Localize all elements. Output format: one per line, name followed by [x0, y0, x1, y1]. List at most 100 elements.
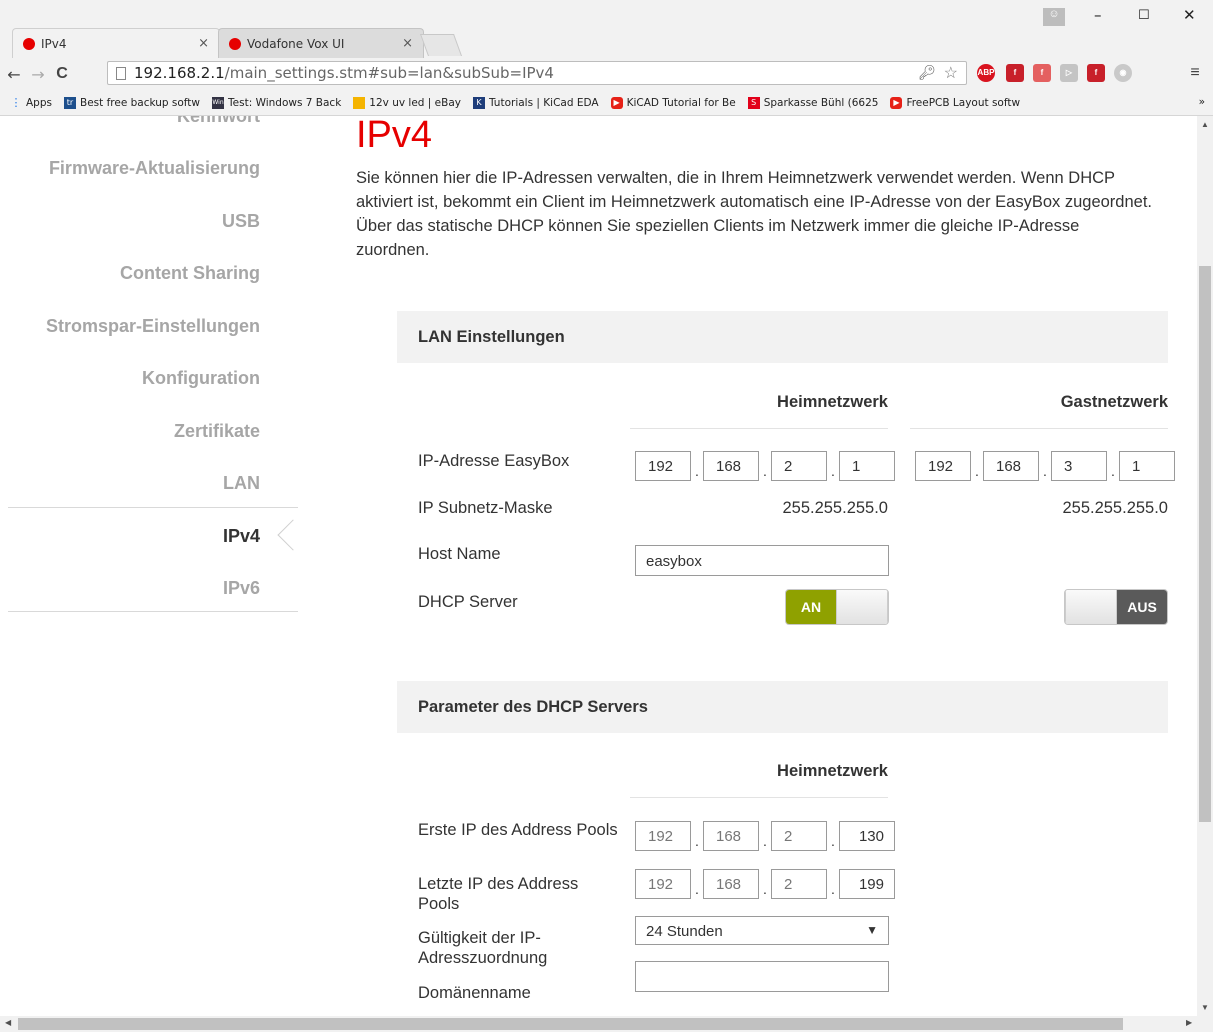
flash-alt-icon[interactable]: f [1033, 64, 1051, 82]
adblock-plus-icon[interactable]: ABP [977, 64, 995, 82]
col-divider [630, 797, 888, 798]
page-icon [116, 66, 126, 80]
page-content: Kennwort Firmware-Aktualisierung USB Con… [0, 116, 1197, 1016]
flash-player-icon[interactable]: f [1087, 64, 1105, 82]
ip-octet-field[interactable]: 2 [771, 451, 827, 481]
sidebar-item-zertifikate[interactable]: Zertifikate [174, 421, 260, 442]
browser-titlebar: IPv4 × Vodafone Vox UI × ☺ – ☐ ✕ [0, 0, 1213, 58]
sidebar-item-usb[interactable]: USB [222, 211, 260, 232]
media-play-icon[interactable]: ▷ [1060, 64, 1078, 82]
ip-octet-field[interactable]: 130 [839, 821, 895, 851]
lease-time-label: Gültigkeit der IP-Adresszuordnung [418, 929, 548, 967]
ip-octet-field[interactable]: 199 [839, 869, 895, 899]
eye-extension-icon[interactable]: ◉ [1114, 64, 1132, 82]
bookmarks-bar: ⋮ Apps tr Best free backup softw Win Test: … [0, 90, 1213, 116]
tab-vodafone-vox-ui[interactable]: Vodafone Vox UI × [218, 28, 424, 58]
profile-avatar-icon[interactable]: ☺ [1043, 8, 1065, 26]
vodafone-favicon-icon [23, 37, 35, 50]
horizontal-scrollbar[interactable]: ◀ ▶ [0, 1016, 1213, 1032]
flash-icon[interactable]: f [1006, 64, 1024, 82]
toggle-on-label: AN [786, 590, 836, 624]
guest-subnet-mask: 255.255.255.0 [1062, 499, 1168, 517]
maximize-button[interactable]: ☐ [1138, 8, 1150, 23]
sidebar-item-konfiguration[interactable]: Konfiguration [142, 368, 260, 389]
subnet-mask-label: IP Subnetz-Maske [418, 499, 553, 517]
toggle-knob [1065, 590, 1117, 624]
scrollbar-thumb[interactable] [18, 1018, 1123, 1030]
bookmark-item[interactable]: K Tutorials | KiCad EDA [472, 96, 599, 109]
back-button[interactable]: ← [4, 65, 24, 84]
lan-settings-heading: LAN Einstellungen [397, 311, 1168, 363]
toggle-off-label: AUS [1117, 590, 1167, 624]
host-name-input[interactable]: easybox [635, 545, 889, 576]
url-text: 192.168.2.1/main_settings.stm#sub=lan&su… [134, 64, 554, 82]
bookmark-item[interactable]: ▶ FreePCB Layout softw [890, 96, 1020, 109]
bookmark-apps[interactable]: ⋮ Apps [10, 96, 52, 109]
last-ip-label: Letzte IP des Address Pools [418, 875, 579, 913]
tab-ipv4[interactable]: IPv4 × [12, 28, 220, 58]
col-divider [630, 428, 888, 429]
sidebar-item-firmware[interactable]: Firmware-Aktualisierung [49, 158, 260, 179]
scroll-down-icon[interactable]: ▼ [1197, 1003, 1213, 1012]
ip-octet-field[interactable]: 2 [771, 821, 827, 851]
ip-octet-field[interactable]: 1 [839, 451, 895, 481]
sidebar-item-kennwort[interactable]: Kennwort [177, 116, 260, 127]
tab-close-icon[interactable]: × [198, 36, 209, 51]
page-intro: Sie können hier die IP-Adressen verwalte… [356, 169, 1153, 259]
bookmark-item[interactable]: S Sparkasse Bühl (6625 [747, 96, 878, 109]
more-bookmarks-icon[interactable]: » [1199, 96, 1205, 108]
minimize-button[interactable]: – [1094, 6, 1102, 24]
vertical-scrollbar[interactable]: ▲ ▼ [1197, 116, 1213, 1016]
lease-time-select[interactable]: 24 Stunden ▼ [635, 916, 889, 945]
ip-octet-field[interactable]: 3 [1051, 451, 1107, 481]
vodafone-favicon-icon [229, 37, 241, 50]
bookmark-item[interactable]: 12v uv led | eBay [353, 96, 461, 109]
ip-octet-field[interactable]: 1 [1119, 451, 1175, 481]
col-divider [910, 428, 1168, 429]
key-icon[interactable]: 🔑︎ [918, 64, 936, 81]
ip-octet-field[interactable]: 168 [703, 451, 759, 481]
ip-octet-field[interactable]: 168 [703, 869, 759, 899]
scroll-up-icon[interactable]: ▲ [1197, 120, 1213, 129]
scroll-right-icon[interactable]: ▶ [1186, 1018, 1192, 1027]
ip-octet-field[interactable]: 192 [635, 451, 691, 481]
ip-octet-field[interactable]: 168 [983, 451, 1039, 481]
tab-title: IPv4 [41, 36, 67, 51]
tab-title: Vodafone Vox UI [247, 36, 345, 51]
sidebar-item-lan[interactable]: LAN [223, 473, 260, 494]
page-title: IPv4 [356, 116, 433, 156]
scrollbar-thumb[interactable] [1199, 266, 1211, 822]
window-close-button[interactable]: ✕ [1183, 6, 1196, 24]
toggle-knob [836, 590, 888, 624]
ip-octet-field[interactable]: 168 [703, 821, 759, 851]
ip-octet-field[interactable]: 2 [771, 869, 827, 899]
reload-button[interactable]: C [52, 65, 72, 83]
first-ip-label: Erste IP des Address Pools [418, 821, 618, 839]
guest-dhcp-toggle[interactable]: AUS [1064, 589, 1168, 625]
lease-time-value: 24 Stunden [646, 923, 723, 940]
ip-octet-field[interactable]: 192 [635, 821, 691, 851]
dhcp-params-heading: Parameter des DHCP Servers [397, 681, 1168, 733]
last-ip-input: 192. 168. 2. 199 [635, 869, 895, 899]
chrome-menu-icon[interactable]: ≡ [1186, 64, 1204, 82]
bookmark-item[interactable]: ▶ KiCAD Tutorial for Be [610, 96, 736, 109]
host-name-label: Host Name [418, 545, 501, 563]
bookmark-star-icon[interactable]: ☆ [944, 63, 958, 83]
address-bar[interactable]: 192.168.2.1/main_settings.stm#sub=lan&su… [107, 61, 967, 85]
bookmark-item[interactable]: Win Test: Windows 7 Back [212, 96, 341, 109]
domain-name-input[interactable] [635, 961, 889, 992]
bookmark-item[interactable]: tr Best free backup softw [63, 96, 200, 109]
new-tab-button[interactable] [419, 34, 463, 56]
ip-octet-field[interactable]: 192 [915, 451, 971, 481]
scroll-left-icon[interactable]: ◀ [5, 1018, 11, 1027]
tab-close-icon[interactable]: × [402, 36, 413, 51]
sidebar-item-stromspar[interactable]: Stromspar-Einstellungen [46, 316, 260, 337]
forward-button[interactable]: → [28, 65, 48, 84]
guest-ip-input: 192. 168. 3. 1 [915, 451, 1175, 481]
sidebar-item-content-sharing[interactable]: Content Sharing [120, 263, 260, 284]
ip-octet-field[interactable]: 192 [635, 869, 691, 899]
home-ip-input: 192. 168. 2. 1 [635, 451, 895, 481]
sidebar-item-ipv4[interactable]: IPv4 [223, 526, 260, 547]
home-dhcp-toggle[interactable]: AN [785, 589, 889, 625]
sidebar-item-ipv6[interactable]: IPv6 [223, 578, 260, 599]
